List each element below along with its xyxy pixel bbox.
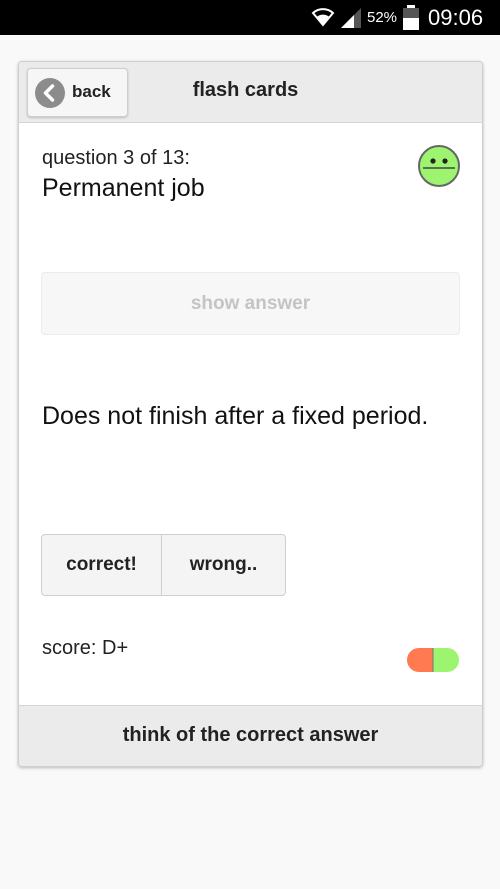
flash-card-panel: back flash cards question 3 of 13: Perma… — [18, 61, 483, 767]
battery-icon — [403, 5, 419, 30]
header-bar: back flash cards — [19, 62, 482, 123]
grading-buttons: correct! wrong.. — [41, 534, 286, 596]
question-number: question 3 of 13: — [42, 147, 190, 169]
show-answer-button[interactable]: show answer — [41, 272, 460, 335]
score-text: score: D+ — [42, 637, 129, 659]
status-bar: 52% 09:06 — [0, 0, 500, 35]
back-label: back — [72, 82, 111, 101]
signal-icon — [341, 8, 361, 28]
clock: 09:06 — [428, 5, 484, 30]
page-title: flash cards — [192, 79, 299, 101]
battery-percent: 52% — [367, 9, 398, 26]
chevron-left-icon — [35, 78, 65, 108]
answer-text: Does not finish after a fixed period. — [42, 402, 429, 430]
back-button[interactable]: back — [27, 68, 128, 117]
wifi-icon — [311, 8, 335, 27]
neutral-face-icon — [418, 145, 460, 187]
question-text: Permanent job — [42, 174, 205, 202]
instruction-footer: think of the correct answer — [19, 705, 482, 766]
wrong-button[interactable]: wrong.. — [162, 535, 285, 595]
correct-button[interactable]: correct! — [42, 535, 162, 595]
score-pill-icon — [407, 648, 459, 672]
